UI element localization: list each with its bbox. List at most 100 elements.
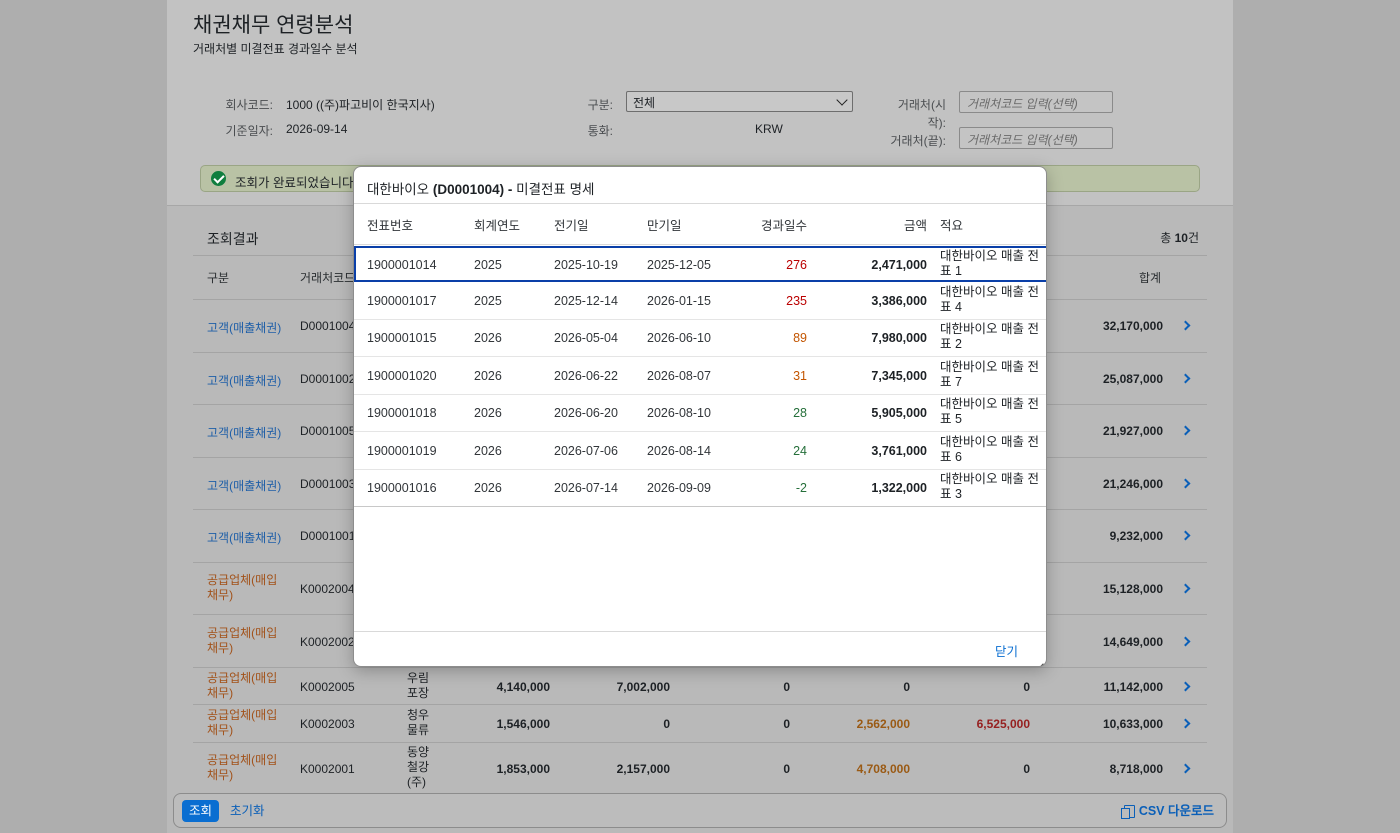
row-partner-code: D0001005 [300, 424, 356, 438]
row-divider [193, 742, 1207, 743]
row-category[interactable]: 고객(매출채권) [207, 477, 281, 494]
row-category-line1: 공급업체(매입 [207, 626, 278, 640]
column-header-fiscal-year: 회계연도 [474, 219, 521, 233]
row-category[interactable]: 공급업체(매입 채무) [207, 626, 277, 656]
column-header-divider [354, 244, 1046, 245]
chevron-right-icon[interactable] [1180, 373, 1191, 384]
chevron-right-icon[interactable] [1180, 718, 1191, 729]
key-date-value: 2026-09-14 [286, 122, 348, 136]
row-category[interactable]: 공급업체(매입 채무) [207, 753, 277, 783]
fiscal-year: 2026 [474, 444, 502, 458]
days-overdue: 24 [793, 444, 807, 458]
row-category[interactable]: 공급업체(매입 채무) [207, 708, 277, 738]
results-title: 조회결과 [207, 231, 259, 247]
row-partner-code: K0002001 [300, 762, 355, 776]
row-total: 11,142,000 [1103, 680, 1163, 694]
dialog-header-divider [354, 203, 1046, 204]
row-category-line1: 공급업체(매입 [207, 708, 278, 722]
currency-label: 통화: [587, 124, 613, 138]
row-partner-name-line2: 철강 [407, 760, 430, 774]
memo: 대한바이오 매출 전표 1 [940, 249, 1039, 278]
row-bucket-2: 7,002,000 [616, 680, 670, 694]
chevron-right-icon[interactable] [1180, 425, 1191, 436]
type-select[interactable]: 전체 [626, 91, 853, 112]
chevron-right-icon[interactable] [1180, 320, 1191, 331]
row-bucket-4: 2,562,000 [856, 717, 910, 731]
row-category[interactable]: 공급업체(매입 채무) [207, 573, 277, 603]
posting-date: 2026-07-14 [554, 481, 618, 495]
row-category[interactable]: 고객(매출채권) [207, 372, 281, 389]
csv-download-button[interactable]: CSV 다운로드 [1120, 800, 1214, 822]
key-date-label: 기준일자: [225, 124, 274, 138]
amount: 3,386,000 [871, 294, 927, 308]
table-row[interactable]: 1900001015 2026 2026-05-04 2026-06-10 89… [354, 320, 1046, 357]
row-bucket-5: 0 [1023, 680, 1030, 694]
column-header-total: 합계 [1139, 271, 1162, 285]
table-row[interactable]: 1900001020 2026 2026-06-22 2026-08-07 31… [354, 358, 1046, 395]
row-partner-name-line1: 동양 [407, 745, 430, 759]
table-row[interactable]: 1900001016 2026 2026-07-14 2026-09-09 -2… [354, 470, 1046, 507]
memo: 대한바이오 매출 전표 4 [940, 285, 1039, 314]
partner-from-label-line1: 거래처(시 [897, 98, 946, 112]
memo: 대한바이오 매출 전표 6 [940, 435, 1039, 464]
row-partner-code: K0002004 [300, 582, 355, 596]
row-total: 9,232,000 [1109, 529, 1163, 543]
row-category[interactable]: 공급업체(매입 채무) [207, 671, 277, 701]
chevron-right-icon[interactable] [1180, 583, 1191, 594]
row-total: 14,649,000 [1102, 635, 1163, 649]
row-category-line2: 채무) [207, 686, 234, 700]
due-date: 2026-09-09 [647, 481, 711, 495]
due-date: 2026-08-07 [647, 369, 711, 383]
row-divider [193, 704, 1207, 705]
row-bucket-2: 2,157,000 [616, 762, 670, 776]
csv-download-label: CSV 다운로드 [1138, 804, 1214, 818]
row-category[interactable]: 고객(매출채권) [207, 424, 281, 441]
amount: 2,471,000 [871, 258, 927, 272]
company-code-value: 1000 ((주)파고비이 한국지사) [286, 98, 435, 112]
row-total: 10,633,000 [1102, 717, 1163, 731]
row-category[interactable]: 고객(매출채권) [207, 529, 281, 546]
chevron-right-icon[interactable] [1180, 478, 1191, 489]
doc-no: 1900001018 [367, 406, 437, 420]
dialog-title-partner: 대한바이오 [367, 182, 433, 197]
amount: 7,345,000 [871, 369, 927, 383]
due-date: 2026-01-15 [647, 294, 711, 308]
row-bucket-1: 4,140,000 [496, 680, 550, 694]
reset-button[interactable]: 초기화 [230, 800, 265, 822]
chevron-right-icon[interactable] [1180, 530, 1191, 541]
chevron-right-icon[interactable] [1180, 763, 1191, 774]
query-button[interactable]: 조회 [182, 800, 220, 822]
partner-from-input[interactable]: 거래처코드 입력(선택) [959, 91, 1113, 113]
table-row[interactable]: 1900001019 2026 2026-07-06 2026-08-14 24… [354, 433, 1046, 470]
dialog-title-suffix: 미결전표 명세 [516, 182, 595, 197]
dialog-footer-divider [354, 631, 1046, 632]
chevron-right-icon[interactable] [1180, 636, 1191, 647]
row-category[interactable]: 고객(매출채권) [207, 319, 281, 336]
table-row[interactable]: 1900001018 2026 2026-06-20 2026-08-10 28… [354, 395, 1046, 432]
due-date: 2026-08-10 [647, 406, 711, 420]
close-button[interactable]: 닫기 [995, 641, 1018, 660]
partner-from-label-line2: 작): [927, 116, 946, 130]
fiscal-year: 2026 [474, 406, 502, 420]
row-bucket-5: 0 [1023, 762, 1030, 776]
row-partner-name-line2: 물류 [407, 723, 430, 737]
days-overdue: 89 [793, 331, 807, 345]
days-overdue: 235 [786, 294, 807, 308]
row-category-line2: 채무) [207, 641, 234, 655]
amount: 1,322,000 [871, 481, 927, 495]
table-row[interactable]: 1900001014 2025 2025-10-19 2025-12-05 27… [354, 246, 1046, 282]
row-partner-code: D0001001 [300, 529, 356, 543]
row-category-line1: 공급업체(매입 [207, 753, 278, 767]
row-bucket-3: 0 [783, 762, 790, 776]
chevron-down-icon [836, 94, 848, 106]
row-total: 15,128,000 [1102, 582, 1163, 596]
chevron-right-icon[interactable] [1180, 681, 1191, 692]
partner-to-input[interactable]: 거래처코드 입력(선택) [959, 127, 1113, 149]
resize-grip-icon[interactable] [1035, 655, 1044, 664]
column-header-posting-date: 전기일 [554, 219, 589, 233]
row-partner-name-line2: 포장 [407, 686, 430, 700]
table-row[interactable]: 1900001017 2025 2025-12-14 2026-01-15 23… [354, 283, 1046, 320]
type-select-value: 전체 [633, 96, 656, 110]
posting-date: 2025-12-14 [554, 294, 618, 308]
amount: 7,980,000 [871, 331, 927, 345]
